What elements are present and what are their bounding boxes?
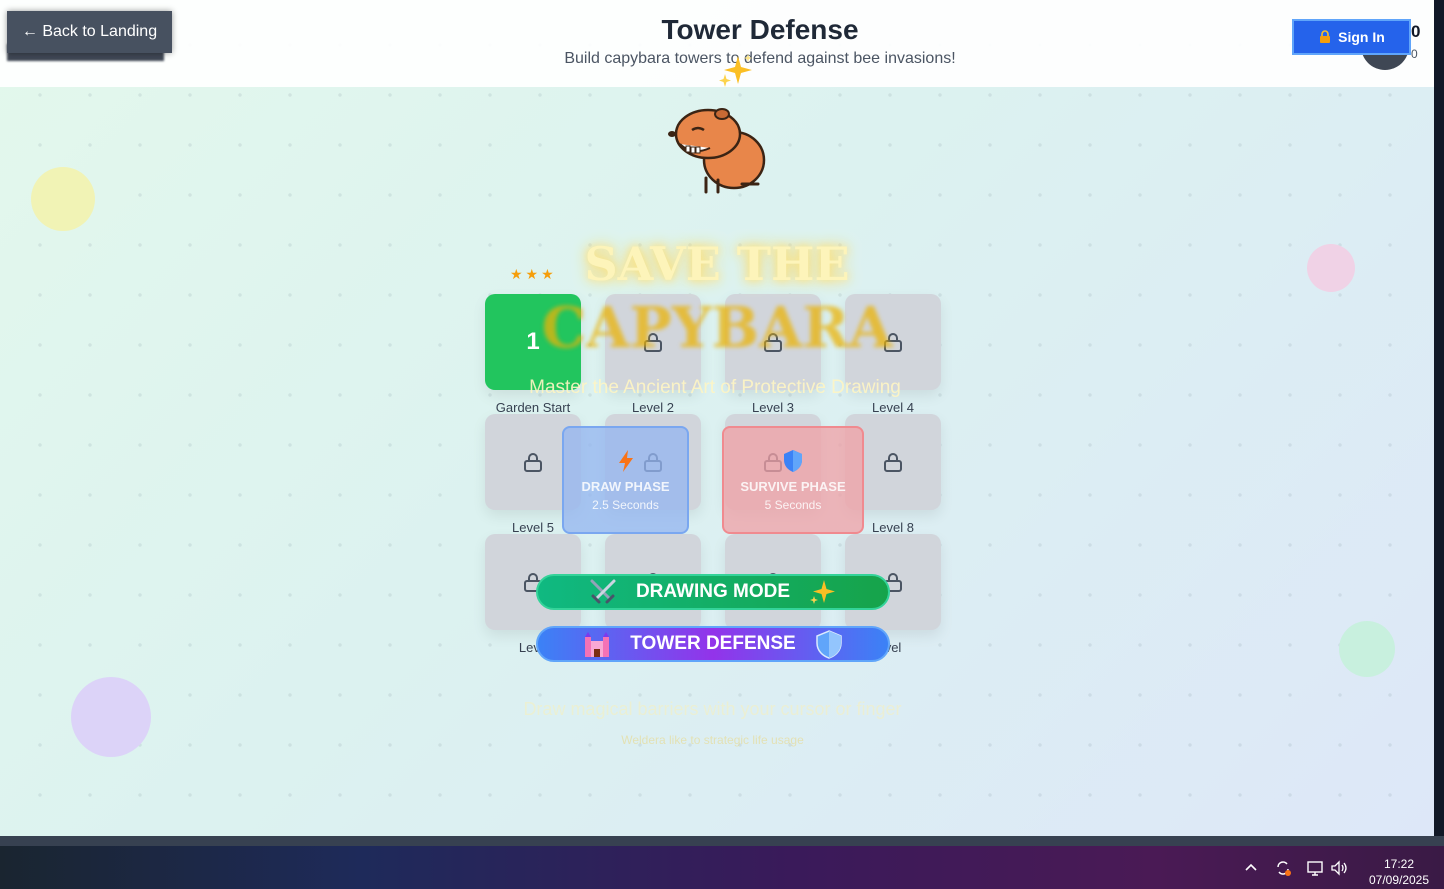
back-to-landing-button[interactable]: ← Back to Landing — [7, 11, 172, 53]
castle-icon — [585, 632, 610, 657]
sparkles-icon — [810, 580, 836, 604]
draw-phase-card: DRAW PHASE 2.5 Seconds — [562, 426, 689, 534]
overlay-hint: Draw magical barriers with your cursor o… — [523, 699, 902, 719]
drawing-mode-button[interactable]: DRAWING MODE — [536, 574, 890, 610]
clock-date: 07/09/2025 — [1368, 873, 1430, 887]
drawing-mode-label: DRAWING MODE — [635, 581, 791, 602]
overlay-hint-sub: Weldera like to strategic life usage — [621, 733, 804, 747]
lock-icon — [524, 453, 542, 472]
shield-icon — [784, 449, 802, 472]
level-label: Level 4 — [872, 400, 914, 415]
capybara-mascot-icon — [668, 108, 766, 194]
overlay-tagline: Master the Ancient Art of Protective Dra… — [529, 377, 901, 398]
lightning-icon — [618, 449, 633, 472]
sign-in-label: Sign In — [1338, 29, 1385, 45]
crossed-swords-icon — [590, 579, 616, 604]
tray-sync-button[interactable] — [1272, 846, 1294, 889]
sync-icon — [1277, 860, 1291, 876]
clock-time: 17:22 — [1383, 857, 1415, 871]
level-label: Level 2 — [632, 400, 674, 415]
overlay-title-line2: CAPYBARA — [541, 295, 893, 361]
sign-in-button[interactable]: Sign In — [1292, 19, 1411, 55]
survive-phase-title: SURVIVE PHASE — [740, 478, 846, 494]
tray-volume-button[interactable] — [1328, 846, 1350, 889]
page-title: Tower Defense — [661, 14, 859, 45]
window-frame-bottom — [0, 836, 1444, 846]
decorative-circle — [1339, 621, 1395, 677]
draw-phase-title: DRAW PHASE — [581, 478, 670, 494]
taskbar-clock[interactable]: 17:22 07/09/2025 — [1360, 856, 1438, 888]
lock-icon — [1320, 30, 1331, 43]
window-frame-right — [1434, 0, 1444, 836]
score-sub-value: 0 — [1411, 47, 1418, 61]
survive-phase-duration: 5 Seconds — [764, 497, 822, 512]
tower-defense-label: TOWER DEFENSE — [630, 633, 796, 654]
level-label: Level 3 — [752, 400, 794, 415]
network-icon — [1307, 860, 1323, 876]
draw-phase-duration: 2.5 Seconds — [592, 497, 659, 512]
tower-defense-button[interactable]: TOWER DEFENSE — [536, 626, 890, 662]
shield-icon — [815, 630, 842, 659]
overlay-title-line1: SAVE THE — [584, 237, 850, 291]
survive-phase-card: SURVIVE PHASE 5 Seconds — [722, 426, 864, 534]
decorative-circle — [31, 167, 95, 231]
taskbar — [0, 846, 1444, 889]
chevron-up-icon — [1245, 863, 1257, 871]
score-value: 0 — [1411, 22, 1421, 41]
game-app: ★★★ 1 Garden Start Level 2 Level 3 Level 4 Le… — [0, 0, 1434, 836]
speaker-icon — [1331, 859, 1347, 876]
sparkles-icon — [719, 54, 752, 87]
level-label: Garden Start — [495, 400, 571, 415]
lock-icon — [884, 453, 902, 472]
tray-overflow-button[interactable] — [1240, 846, 1262, 889]
tray-network-button[interactable] — [1304, 846, 1326, 889]
